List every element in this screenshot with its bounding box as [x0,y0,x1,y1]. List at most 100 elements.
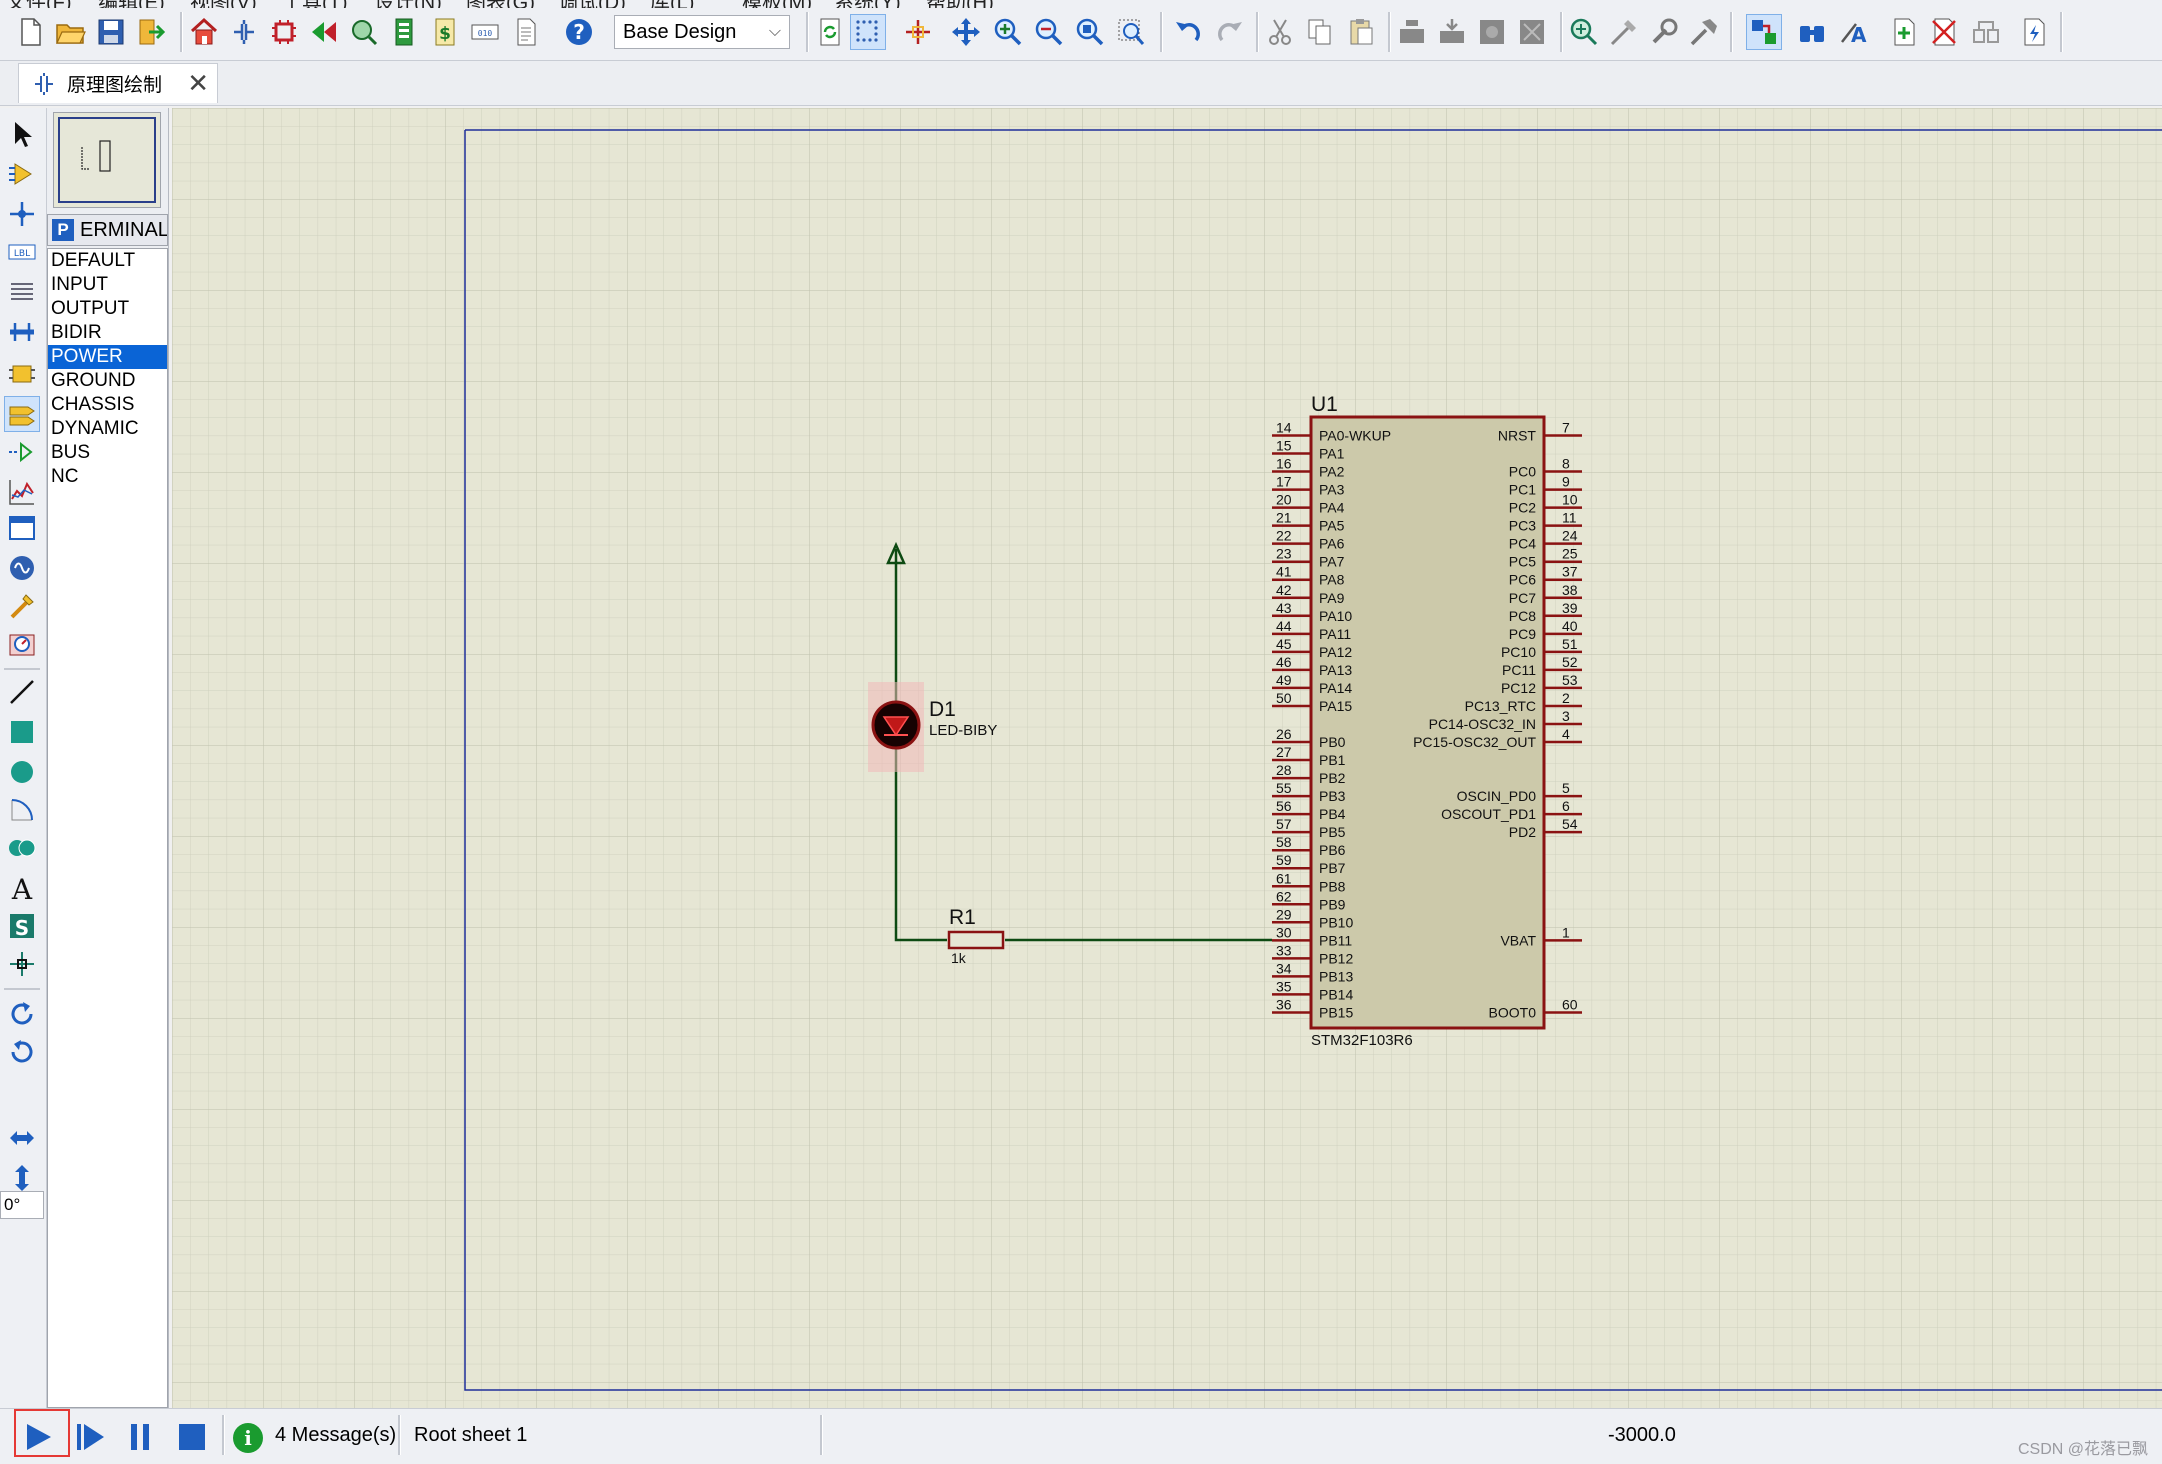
terminal-list-item[interactable]: BIDIR [48,321,167,345]
terminal-list-item[interactable]: INPUT [48,273,167,297]
new-sheet-icon[interactable] [1886,14,1922,50]
menu-item[interactable]: 设计(N) [374,0,442,8]
pcb-layout-icon[interactable] [266,14,302,50]
terminal-list-item[interactable]: NC [48,465,167,489]
pan-icon[interactable] [948,14,984,50]
bill-of-materials-icon[interactable] [386,14,422,50]
recorder-mode-icon[interactable] [4,510,40,546]
menu-item[interactable]: 系统(Y) [834,0,901,8]
home-page-icon[interactable] [186,14,222,50]
box-draw-icon[interactable] [4,714,40,750]
zoom-out-icon[interactable] [1031,14,1067,50]
step-icon[interactable] [70,1417,110,1457]
mirror-horizontal-icon[interactable] [4,1120,40,1156]
symbol-draw-icon[interactable]: S [4,908,40,944]
redo-icon[interactable] [1212,14,1248,50]
decompose-icon[interactable] [1686,14,1722,50]
graph-mode-icon[interactable] [4,474,40,510]
text-draw-icon[interactable]: A [4,870,40,906]
arc-draw-icon[interactable] [4,792,40,828]
tab-schematic-capture[interactable]: 原理图绘制 ✕ [18,63,218,103]
zoom-all-icon[interactable] [1072,14,1108,50]
virtual-instruments-icon[interactable] [4,626,40,662]
rotate-anticlockwise-icon[interactable] [4,1034,40,1070]
voltage-probe-icon[interactable] [4,588,40,624]
new-file-icon[interactable] [12,14,48,50]
block-copy-icon[interactable] [1394,14,1430,50]
play-icon[interactable] [18,1417,58,1457]
menu-item[interactable]: 编辑(E) [98,0,165,8]
help-icon[interactable]: ? [561,14,597,50]
save-icon[interactable] [93,14,129,50]
terminal-list-item[interactable]: POWER [48,345,167,369]
block-rotate-icon[interactable] [1474,14,1510,50]
toggle-origin-icon[interactable] [900,14,936,50]
search-tag-icon[interactable] [1794,14,1830,50]
menu-item[interactable]: 图表(G) [466,0,535,8]
open-folder-icon[interactable] [52,14,88,50]
menu-item[interactable]: 视图(V) [190,0,257,8]
circle-draw-icon[interactable] [4,754,40,790]
wire-label-icon[interactable]: LBL [4,234,40,270]
schematic-editing-window[interactable]: D1 LED-BIBY R1 1k U1 STM32F103R6 14 PA0-W… [172,108,2162,1408]
schematic-drawing[interactable]: D1 LED-BIBY R1 1k U1 STM32F103R6 14 PA0-W… [172,108,2162,1408]
gerber-viewer-icon[interactable] [306,14,342,50]
paste-icon[interactable] [1343,14,1379,50]
import-section-icon[interactable] [133,14,169,50]
3d-viewer-icon[interactable] [346,14,382,50]
marker-draw-icon[interactable] [4,946,40,982]
zoom-area-icon[interactable] [1113,14,1149,50]
goto-sheet-icon[interactable] [1968,14,2004,50]
cut-icon[interactable] [1262,14,1298,50]
property-assignment-icon[interactable]: A [1836,14,1872,50]
refresh-icon[interactable] [812,14,848,50]
generator-mode-icon[interactable] [4,550,40,586]
message-count[interactable]: 4 Message(s) [275,1424,396,1447]
block-move-icon[interactable] [1434,14,1470,50]
schematic-capture-icon[interactable] [226,14,262,50]
toggle-grid-icon[interactable] [850,14,886,50]
source-code-icon[interactable]: 010 [467,14,503,50]
pause-icon[interactable] [120,1417,160,1457]
design-variant-select[interactable]: Base Design ⌵ [614,15,790,49]
mcu-u1[interactable]: U1 STM32F103R6 14 PA0-WKUP15 PA116 PA217 PA3… [1272,393,1582,1049]
selection-mode-icon[interactable] [4,116,40,152]
mirror-vertical-icon[interactable] [4,1160,40,1196]
undo-icon[interactable] [1170,14,1206,50]
info-icon[interactable]: i [233,1423,263,1453]
stop-icon[interactable] [172,1417,212,1457]
terminal-list-item[interactable]: BUS [48,441,167,465]
pick-parts-icon[interactable] [1566,14,1602,50]
close-icon[interactable]: ✕ [187,69,209,99]
packaging-tool-icon[interactable] [1646,14,1682,50]
menu-item[interactable]: 调试(D) [558,0,626,8]
terminal-list-item[interactable]: DEFAULT [48,249,167,273]
component-mode-icon[interactable] [4,156,40,192]
terminal-list-item[interactable]: OUTPUT [48,297,167,321]
subcircuit-mode-icon[interactable] [4,356,40,392]
junction-dot-icon[interactable] [4,196,40,232]
menu-item[interactable]: 工具(T) [282,0,348,8]
menu-item[interactable]: 帮助(H) [926,0,994,8]
pick-devices-button[interactable]: P [52,219,74,241]
block-delete-icon[interactable] [1514,14,1550,50]
terminals-mode-icon[interactable] [4,396,40,432]
rotate-clockwise-icon[interactable] [4,996,40,1032]
path-draw-icon[interactable] [4,830,40,866]
make-device-icon[interactable] [1606,14,1642,50]
delete-sheet-icon[interactable] [1926,14,1962,50]
terminal-list-item[interactable]: CHASSIS [48,393,167,417]
terminal-list-item[interactable]: GROUND [48,369,167,393]
menu-item[interactable]: 模板(M) [742,0,812,8]
notes-document-icon[interactable] [508,14,544,50]
overview-window[interactable] [53,112,161,208]
menu-item[interactable]: 文件(F) [6,0,72,8]
netlist-transfer-icon[interactable] [2016,14,2052,50]
copy-icon[interactable] [1302,14,1338,50]
bus-mode-icon[interactable] [4,314,40,350]
terminal-list-item[interactable]: DYNAMIC [48,417,167,441]
line-draw-icon[interactable] [4,674,40,710]
device-pins-icon[interactable] [4,434,40,470]
text-script-icon[interactable] [4,274,40,310]
menu-item[interactable]: 库(L) [650,0,694,8]
